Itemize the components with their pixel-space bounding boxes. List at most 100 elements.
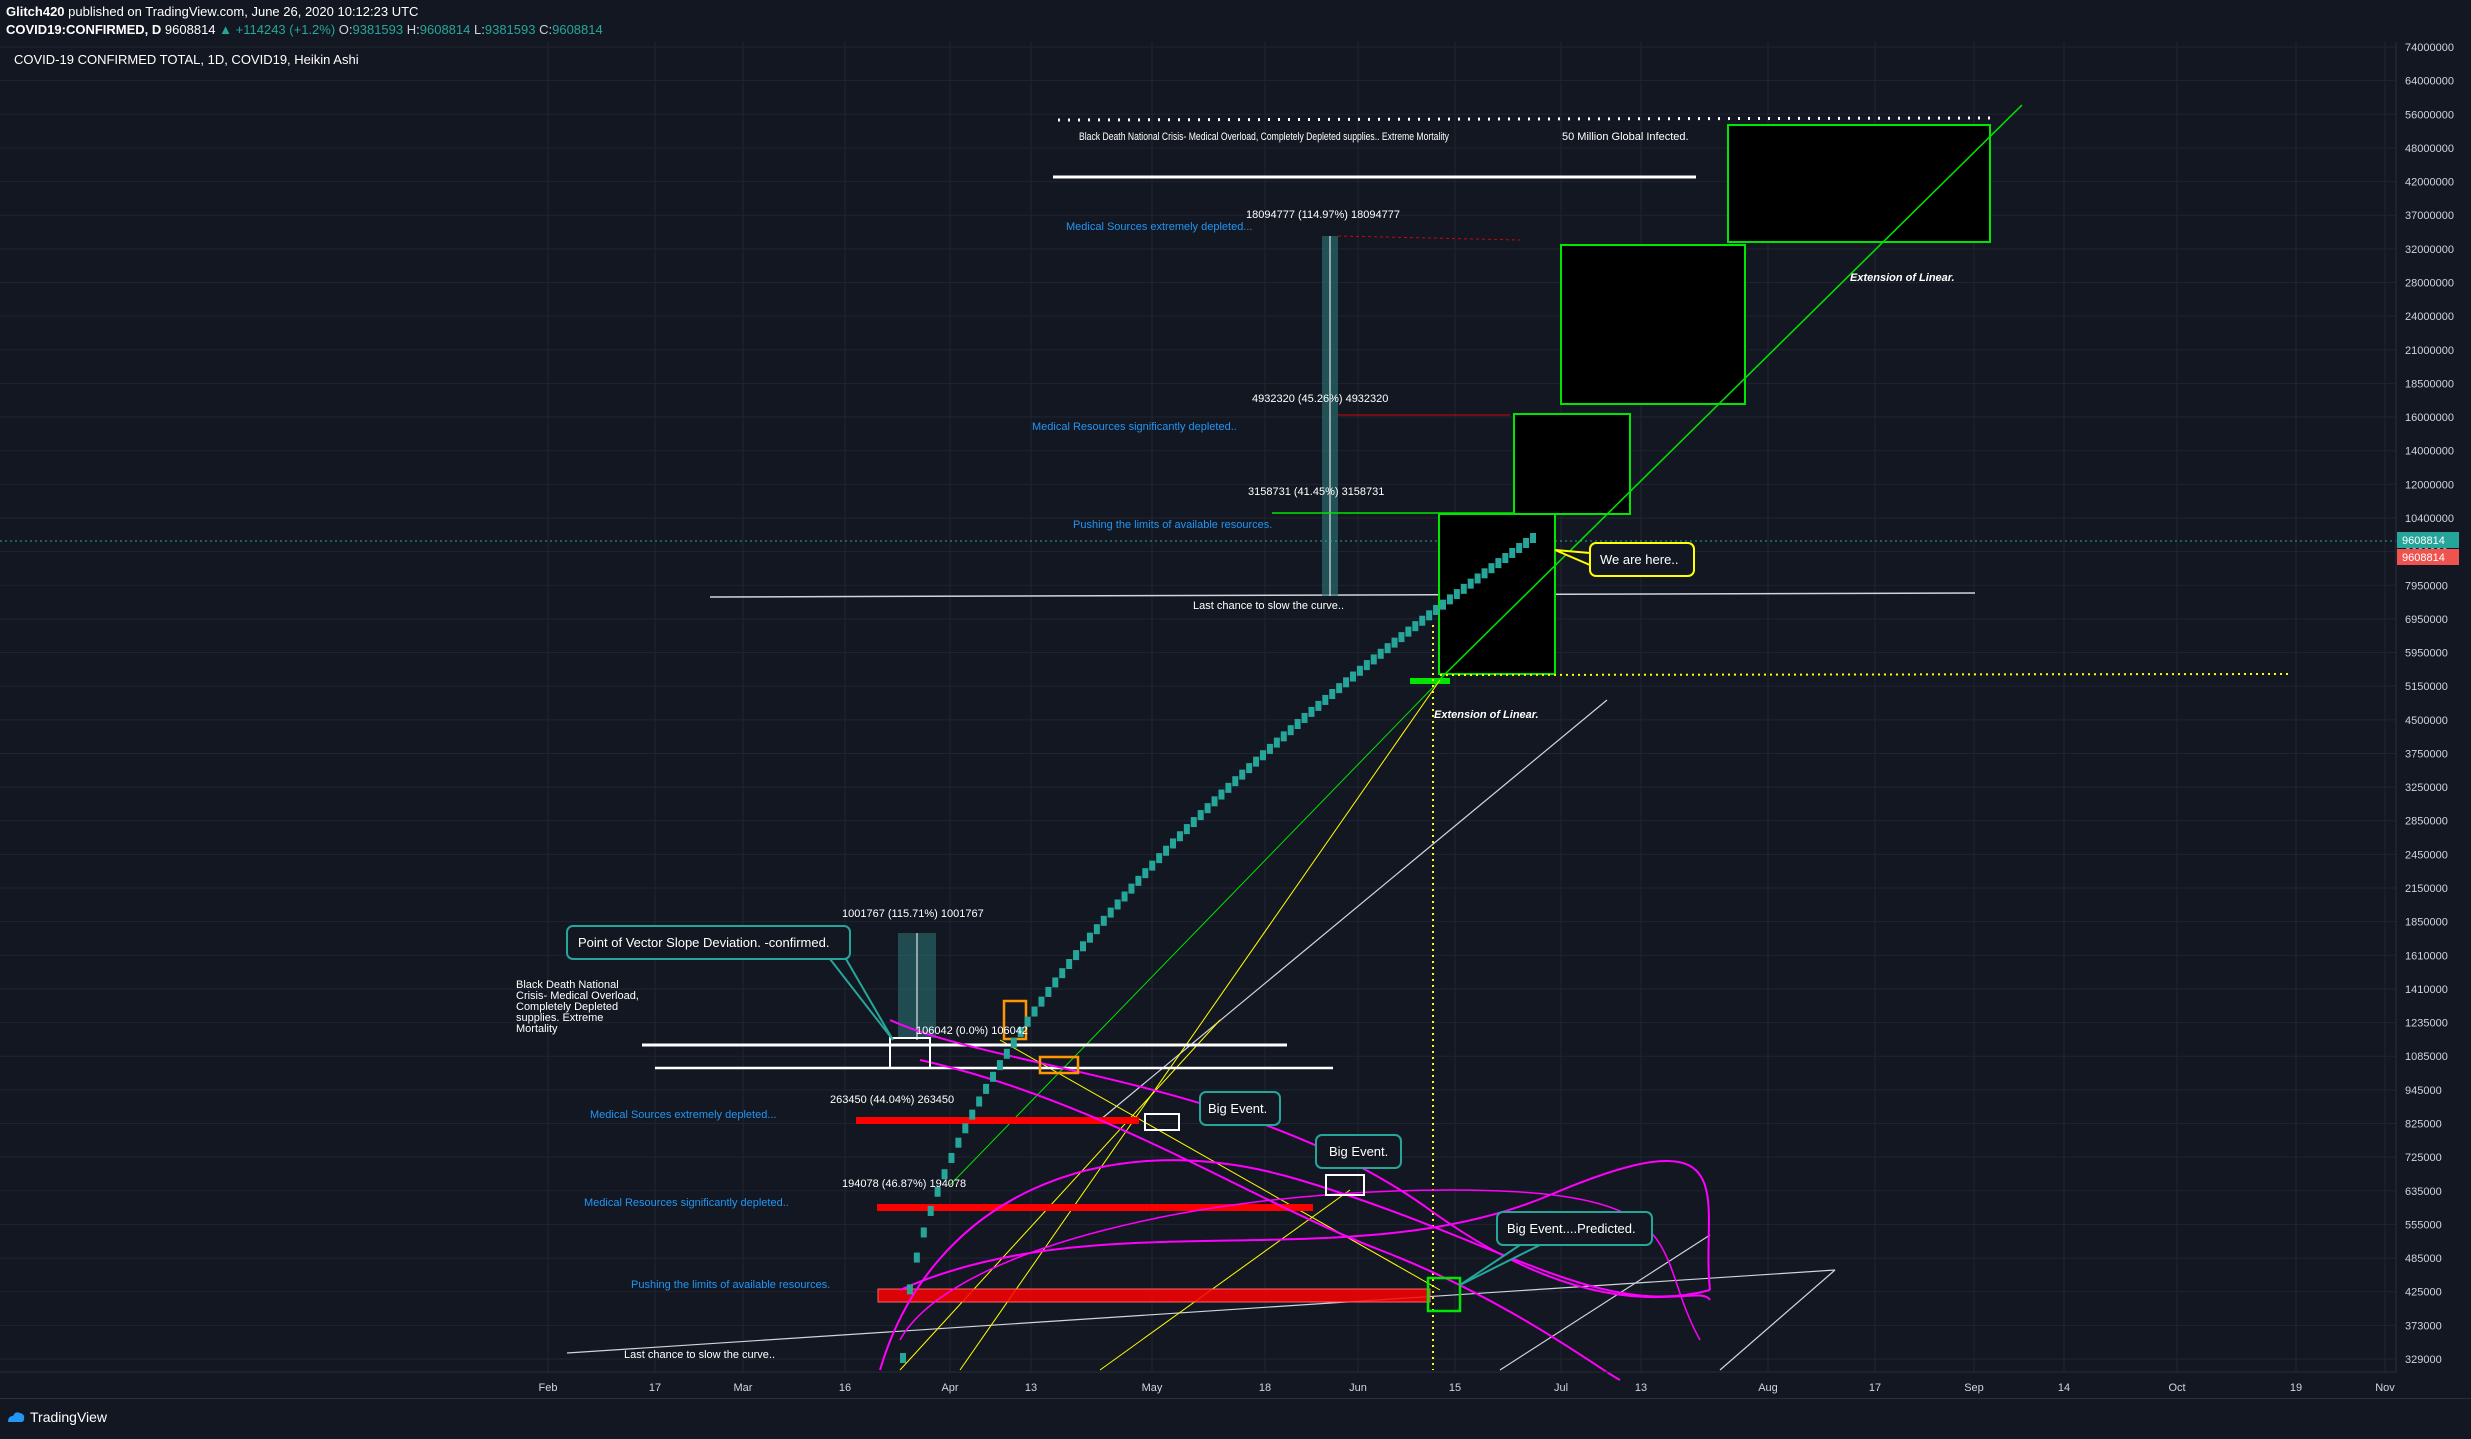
tradingview-logo[interactable]: TradingView: [6, 1409, 107, 1425]
candle: [1142, 868, 1149, 879]
candle: [983, 1083, 990, 1094]
y-tick-label: 2150000: [2405, 883, 2448, 895]
candle: [900, 1353, 906, 1363]
candle: [1183, 824, 1190, 835]
svg-text:9608814: 9608814: [2402, 552, 2445, 564]
low-value: 9381593: [484, 22, 536, 37]
y-tick-label: 2850000: [2405, 816, 2448, 828]
candle: [1239, 769, 1246, 780]
candle: [1370, 654, 1377, 665]
y-tick-label: 5150000: [2405, 681, 2448, 693]
y-tick-label: 5950000: [2405, 648, 2448, 660]
candle: [1093, 924, 1100, 935]
y-tick-label: 48000000: [2405, 143, 2454, 155]
lower-extension-linear: Extension of Linear.: [1434, 709, 1539, 721]
last-value: 9608814: [164, 22, 216, 37]
callout-big-event-1: Big Event.: [1199, 1091, 1281, 1126]
x-tick-label: 16: [839, 1382, 851, 1394]
upper-medical-significantly: Medical Resources significantly depleted…: [1032, 421, 1237, 433]
candle: [1059, 968, 1066, 979]
y-tick-label: 3750000: [2405, 748, 2448, 760]
candle: [1474, 573, 1481, 584]
price-label-teal: 9608814: [2397, 532, 2459, 548]
callout-big-event-2-text: Big Event.: [1329, 1144, 1388, 1159]
candle: [1211, 796, 1218, 807]
lower-measure-top: 1001767 (115.71%) 1001767: [842, 908, 984, 920]
candle: [906, 1284, 913, 1295]
lower-measure-a: 263450 (44.04%) 263450: [830, 1094, 954, 1106]
y-tick-label: 2450000: [2405, 849, 2448, 861]
svg-text:9608814: 9608814: [2402, 535, 2445, 547]
publish-info: published on TradingView.com, June 26, 2…: [64, 4, 419, 19]
y-tick-label: 945000: [2405, 1085, 2442, 1097]
candle: [1225, 782, 1232, 793]
lower-measure-b: 194078 (46.87%) 194078: [842, 1178, 966, 1190]
candle: [1398, 632, 1405, 643]
x-tick-label: 17: [1869, 1382, 1881, 1394]
author-name[interactable]: Glitch420: [6, 4, 65, 19]
y-tick-label: 24000000: [2405, 311, 2454, 323]
x-tick-label: 13: [1635, 1382, 1647, 1394]
candle: [1516, 542, 1523, 553]
footer: TradingView: [0, 1398, 2471, 1439]
open-value: 9381593: [352, 22, 404, 37]
candle: [962, 1123, 969, 1134]
candle: [1052, 977, 1059, 988]
open-label: O:: [338, 22, 353, 37]
candle: [1363, 660, 1370, 671]
candle: [1038, 996, 1045, 1007]
symbol-name[interactable]: COVID19:CONFIRMED, D: [6, 22, 161, 37]
candle: [990, 1071, 996, 1082]
candle: [1010, 1037, 1017, 1048]
upper-measure-top: 18094777 (114.97%) 18094777: [1246, 209, 1400, 221]
candle: [996, 1060, 1003, 1071]
candle: [1329, 689, 1336, 700]
candle: [1336, 683, 1343, 694]
candle: [1315, 700, 1322, 711]
upper-pushing-limits: Pushing the limits of available resource…: [1073, 519, 1272, 531]
candle: [1197, 810, 1204, 821]
x-tick-label: Mar: [734, 1382, 753, 1394]
candle: [1343, 677, 1350, 688]
x-tick-label: Jun: [1349, 1382, 1367, 1394]
high-value: 9608814: [419, 22, 471, 37]
candle: [1045, 986, 1052, 997]
x-tick-label: Jul: [1554, 1382, 1568, 1394]
candle: [1301, 712, 1308, 723]
y-tick-label: 12000000: [2405, 479, 2454, 491]
candle: [1204, 803, 1211, 814]
y-tick-label: 7950000: [2405, 580, 2448, 592]
candle: [1377, 648, 1384, 659]
x-tick-label: Apr: [941, 1382, 958, 1394]
candle: [927, 1205, 934, 1216]
upper-medical-extremely: Medical Sources extremely depleted...: [1066, 221, 1252, 233]
candle: [1502, 553, 1509, 564]
callout-big-event-2: Big Event.: [1315, 1134, 1402, 1169]
candle: [1266, 743, 1273, 754]
candle: [1481, 568, 1488, 579]
candle: [1073, 950, 1080, 961]
lower-last-chance: Last chance to slow the curve..: [624, 1349, 775, 1361]
y-tick-label: 555000: [2405, 1219, 2442, 1231]
price-label-red: 9608814: [2397, 549, 2459, 565]
lower-medical-extremely: Medical Sources extremely depleted...: [590, 1109, 776, 1121]
candle: [1356, 665, 1363, 676]
high-label: H:: [406, 22, 420, 37]
ohlc-line: COVID19:CONFIRMED, D 9608814 ▲ +114243 (…: [6, 22, 603, 37]
upper-fifty-million: 50 Million Global Infected.: [1562, 131, 1689, 143]
candle: [955, 1137, 962, 1148]
x-tick-label: Oct: [2168, 1382, 2185, 1394]
candle: [1121, 891, 1128, 902]
candle: [1384, 643, 1391, 654]
upper-measure-low: 3158731 (41.45%) 3158731: [1248, 486, 1384, 498]
y-tick-label: 42000000: [2405, 177, 2454, 189]
candle: [1218, 789, 1225, 800]
x-tick-label: 13: [1025, 1382, 1037, 1394]
pane-title: COVID-19 CONFIRMED TOTAL, 1D, COVID19, H…: [14, 52, 359, 67]
candle: [1419, 615, 1426, 626]
candle: [913, 1252, 920, 1263]
x-tick-label: 15: [1449, 1382, 1461, 1394]
callout-big-event-3-text: Big Event....Predicted.: [1507, 1221, 1636, 1236]
candle: [1488, 563, 1495, 574]
y-tick-label: 28000000: [2405, 277, 2454, 289]
